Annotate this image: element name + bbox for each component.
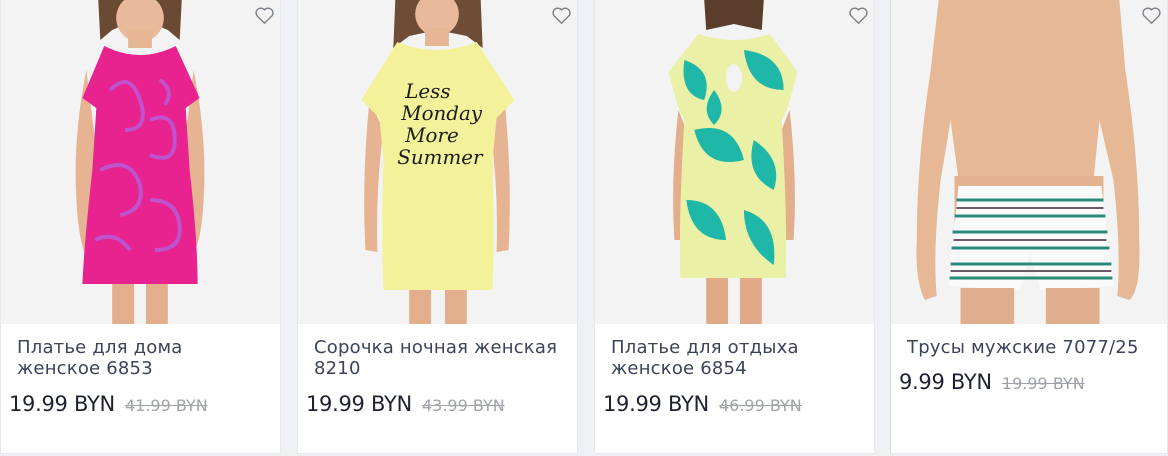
svg-text:Summer: Summer <box>397 146 484 169</box>
favorite-heart-icon[interactable] <box>551 6 573 26</box>
product-title[interactable]: Трусы мужские 7077/25 <box>907 337 1157 358</box>
price-block: 19.99 BYN 41.99 BYN <box>9 392 208 416</box>
old-price: 46.99 BYN <box>718 396 802 415</box>
favorite-heart-icon[interactable] <box>254 6 276 26</box>
product-card[interactable]: Платье для дома женское 6853 19.99 BYN 4… <box>0 0 281 454</box>
product-title[interactable]: Платье для отдыха женское 6854 <box>611 337 861 379</box>
current-price: 19.99 BYN <box>9 392 115 416</box>
price-block: 19.99 BYN 46.99 BYN <box>603 392 802 416</box>
old-price: 43.99 BYN <box>421 396 505 415</box>
current-price: 9.99 BYN <box>899 370 992 394</box>
svg-text:Monday: Monday <box>400 102 483 125</box>
favorite-heart-icon[interactable] <box>1141 6 1163 26</box>
product-image[interactable] <box>891 0 1167 324</box>
current-price: 19.99 BYN <box>603 392 709 416</box>
svg-text:More: More <box>404 124 458 147</box>
product-grid: Платье для дома женское 6853 19.99 BYN 4… <box>0 0 1168 456</box>
product-card[interactable]: Less Monday More Summer Сорочка ночная ж… <box>297 0 578 454</box>
svg-text:Less: Less <box>404 80 450 103</box>
product-title[interactable]: Платье для дома женское 6853 <box>17 337 267 379</box>
product-card[interactable]: Трусы мужские 7077/25 9.99 BYN 19.99 BYN <box>890 0 1168 454</box>
product-image[interactable] <box>1 0 280 324</box>
product-title[interactable]: Сорочка ночная женская 8210 <box>314 337 564 379</box>
price-block: 9.99 BYN 19.99 BYN <box>899 370 1085 394</box>
product-image[interactable] <box>595 0 874 324</box>
old-price: 19.99 BYN <box>1001 374 1085 393</box>
current-price: 19.99 BYN <box>306 392 412 416</box>
old-price: 41.99 BYN <box>124 396 208 415</box>
favorite-heart-icon[interactable] <box>848 6 870 26</box>
price-block: 19.99 BYN 43.99 BYN <box>306 392 505 416</box>
product-card[interactable]: Платье для отдыха женское 6854 19.99 BYN… <box>594 0 875 454</box>
product-image[interactable]: Less Monday More Summer <box>298 0 577 324</box>
